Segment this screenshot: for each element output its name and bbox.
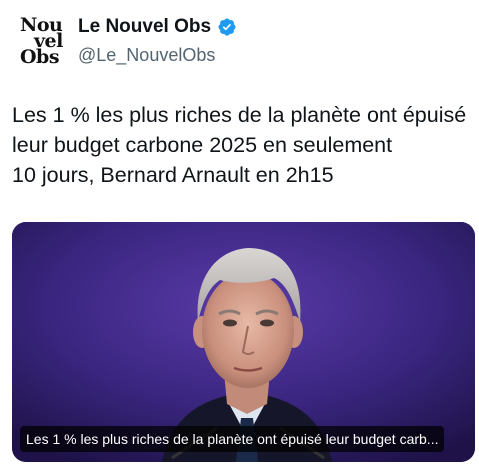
logo-line-3: Obs bbox=[20, 46, 60, 68]
display-name[interactable]: Le Nouvel Obs bbox=[78, 16, 211, 38]
media-card[interactable]: Les 1 % les plus riches de la planète on… bbox=[12, 222, 475, 462]
verified-badge-icon bbox=[217, 17, 237, 37]
account-handle[interactable]: @Le_NouvelObs bbox=[78, 44, 215, 66]
nouvel-obs-logo: Nou vel Obs bbox=[20, 14, 68, 68]
media-caption: Les 1 % les plus riches de la planète on… bbox=[20, 426, 445, 452]
tweet-header: Nou vel Obs Le Nouvel Obs @Le_NouvelObs bbox=[12, 10, 467, 72]
name-row: Le Nouvel Obs bbox=[78, 16, 237, 38]
profile-avatar[interactable]: Nou vel Obs bbox=[12, 10, 72, 70]
tweet-text: Les 1 % les plus riches de la planète on… bbox=[12, 103, 467, 187]
